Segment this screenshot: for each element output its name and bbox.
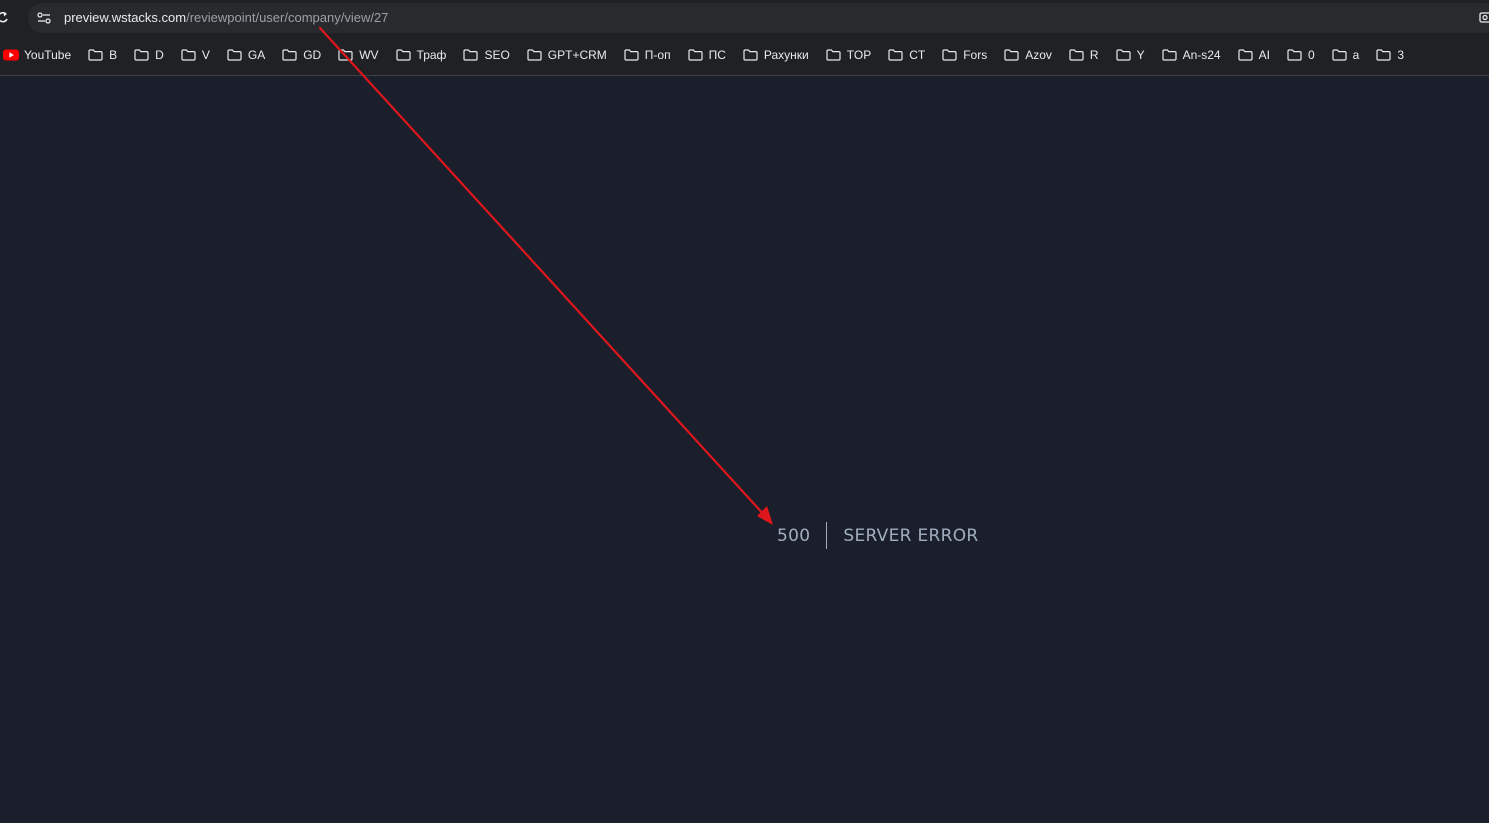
folder-icon — [88, 49, 103, 61]
bookmark-item[interactable]: Azov — [995, 41, 1060, 69]
bookmark-label: GA — [247, 48, 266, 62]
folder-icon — [1238, 49, 1253, 61]
bookmark-label: 3 — [1397, 48, 1405, 62]
folder-icon — [395, 49, 411, 61]
error-divider — [826, 522, 828, 549]
bookmarks-bar: YouTube B D V GA GD WV Траф SEO GPT+CRM П-оп ПС Раху… — [0, 40, 1489, 70]
bookmark-label: Y — [1136, 48, 1145, 62]
site-info-icon[interactable] — [36, 11, 52, 25]
folder-icon — [282, 49, 297, 61]
bookmark-item[interactable]: TOP — [817, 41, 879, 69]
bookmark-label: GPT+CRM — [547, 48, 607, 62]
folder-icon — [1332, 49, 1347, 61]
url-path: /reviewpoint/user/company/view/27 — [186, 10, 389, 25]
bookmark-label: Траф — [416, 48, 447, 62]
annotation-arrow-line — [318, 26, 768, 519]
bookmark-item[interactable]: AI — [1229, 41, 1278, 69]
bookmark-item[interactable]: Рахунки — [734, 41, 817, 69]
bookmark-label: TOP — [846, 48, 872, 62]
folder-icon — [1004, 49, 1019, 61]
reload-icon[interactable] — [0, 10, 9, 24]
folder-icon — [888, 49, 903, 61]
bookmark-item[interactable]: a — [1323, 41, 1368, 69]
bookmark-label: WV — [359, 48, 379, 62]
folder-icon — [1115, 49, 1131, 61]
screenshot-icon[interactable] — [1479, 11, 1489, 23]
folder-icon — [181, 49, 196, 61]
error-message: 500 SERVER ERROR — [777, 522, 979, 549]
bookmark-item[interactable]: An-s24 — [1153, 41, 1229, 69]
bookmark-label: a — [1352, 48, 1360, 62]
bookmark-item[interactable]: 0 — [1278, 41, 1323, 69]
folder-icon — [1376, 49, 1391, 61]
error-code: 500 — [777, 525, 811, 546]
error-text: SERVER ERROR — [843, 525, 979, 546]
bookmark-label: П-оп — [644, 48, 671, 62]
bookmark-item[interactable]: GD — [273, 41, 329, 69]
folder-icon — [463, 49, 479, 61]
bookmark-item[interactable]: CT — [879, 41, 933, 69]
bookmark-item[interactable]: GPT+CRM — [518, 41, 615, 69]
bookmark-label: SEO — [484, 48, 510, 62]
folder-icon — [1069, 49, 1084, 61]
folder-icon — [624, 49, 639, 61]
bookmark-item[interactable]: Fors — [933, 41, 995, 69]
bookmark-item[interactable]: WV — [329, 41, 386, 69]
folder-icon — [1287, 49, 1302, 61]
folder-icon — [338, 49, 353, 61]
bookmark-label: R — [1089, 48, 1099, 62]
folder-icon — [687, 49, 703, 61]
bookmark-label: An-s24 — [1182, 48, 1221, 62]
folder-icon — [1161, 49, 1177, 61]
address-row: preview.wstacks.com/reviewpoint/user/com… — [0, 0, 1489, 36]
bookmark-item[interactable]: Траф — [387, 41, 455, 69]
folder-icon — [527, 49, 542, 61]
bookmark-item[interactable]: YouTube — [0, 41, 79, 69]
folder-icon — [826, 49, 841, 61]
bookmark-item[interactable]: ПС — [679, 41, 734, 69]
bookmark-label: D — [155, 48, 164, 62]
url-text[interactable]: preview.wstacks.com/reviewpoint/user/com… — [64, 9, 388, 27]
bookmark-item[interactable]: 3 — [1367, 41, 1412, 69]
bookmark-label: B — [109, 48, 118, 62]
bookmark-label: ПС — [708, 48, 726, 62]
bookmark-item[interactable]: Y — [1107, 41, 1153, 69]
folder-icon — [134, 49, 149, 61]
bookmark-label: GD — [303, 48, 322, 62]
bookmark-label: Azov — [1025, 48, 1052, 62]
browser-chrome: preview.wstacks.com/reviewpoint/user/com… — [0, 0, 1489, 76]
bookmark-label: YouTube — [24, 48, 72, 62]
chrome-divider — [0, 75, 1489, 76]
folder-icon — [942, 49, 957, 61]
bookmark-label: Fors — [963, 48, 988, 62]
url-host: preview.wstacks.com — [64, 10, 187, 25]
bookmark-item[interactable]: SEO — [454, 41, 517, 69]
bookmark-label: AI — [1258, 48, 1270, 62]
bookmark-label: 0 — [1307, 48, 1315, 62]
bookmark-label: Рахунки — [763, 48, 809, 62]
annotation-arrow — [318, 26, 773, 525]
folder-icon — [227, 49, 242, 61]
bookmark-item[interactable]: П-оп — [615, 41, 679, 69]
bookmark-label: V — [201, 48, 210, 62]
bookmark-label: CT — [909, 48, 926, 62]
bookmark-item[interactable]: R — [1060, 41, 1107, 69]
youtube-icon — [3, 49, 19, 61]
folder-icon — [743, 49, 758, 61]
bookmark-item[interactable]: V — [172, 41, 218, 69]
bookmark-item[interactable]: GA — [218, 41, 273, 69]
annotation-arrow-head — [757, 506, 773, 525]
bookmark-item[interactable]: D — [125, 41, 172, 69]
bookmark-item[interactable]: B — [79, 41, 125, 69]
